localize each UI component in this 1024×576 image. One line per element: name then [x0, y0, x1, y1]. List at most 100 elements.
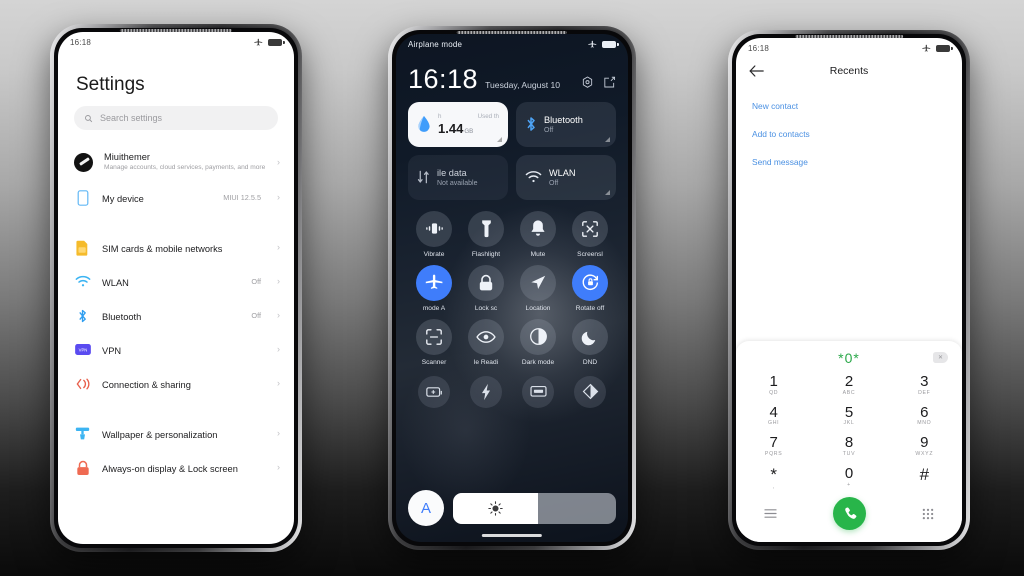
key-9[interactable]: 9 WXYZ: [887, 430, 962, 461]
key-4[interactable]: 4 GHI: [736, 400, 811, 431]
airplane-icon: [588, 40, 597, 47]
sidebar-item-sim-cards[interactable]: SIM cards & mobile networks ›: [58, 231, 294, 265]
key-digit: 9: [920, 434, 929, 452]
chevron-right-icon: ›: [277, 462, 280, 473]
vpn-icon: VPN: [74, 341, 91, 358]
key-3[interactable]: 3 DEF: [887, 369, 962, 400]
battery-icon: [602, 40, 619, 48]
dial-pad[interactable]: *0* ✕ 1 QD 2 ABC 3 DEF 4 GHI 5 JKL 6 MNO 7 PQRS…: [736, 340, 962, 542]
expand-corner-icon[interactable]: [605, 136, 610, 142]
expand-corner-icon[interactable]: [605, 189, 610, 195]
toggle-reading-mode[interactable]: le Readi: [460, 318, 512, 366]
toggle-location[interactable]: Location: [512, 264, 564, 312]
key-star[interactable]: *,: [736, 461, 811, 494]
dialer-links[interactable]: New contact Add to contacts Send message: [736, 84, 962, 176]
wlan-tile[interactable]: WLAN Off: [516, 154, 616, 200]
toggle-dnd[interactable]: DND: [564, 318, 616, 366]
big-tiles[interactable]: h Used th 1.44GB Bluetooth Off ile data …: [408, 101, 616, 200]
sidebar-item-lock-screen[interactable]: Always-on display & Lock screen ›: [58, 451, 294, 485]
item-label: Bluetooth: [102, 311, 142, 322]
page-title: Settings: [76, 74, 145, 95]
phone-dialer: 16:18 Recents New contact Add to contact…: [728, 30, 970, 550]
toggle-label: Mute: [530, 250, 546, 258]
tile-subtitle: Off: [544, 127, 554, 135]
dial-input[interactable]: *0*: [765, 350, 933, 366]
speaker-grille-icon: [119, 29, 233, 32]
link-send-message[interactable]: Send message: [752, 148, 946, 176]
data-usage-value: 1.44: [438, 120, 464, 136]
wifi-icon: [525, 171, 542, 183]
expand-corner-icon[interactable]: [497, 136, 502, 142]
phone-settings: 16:18 Settings Search settings Miuitheme…: [50, 24, 302, 552]
dial-input-row[interactable]: *0* ✕: [736, 345, 962, 369]
search-icon: [85, 114, 93, 122]
sidebar-item-wallpaper[interactable]: Wallpaper & personalization ›: [58, 417, 294, 451]
key-7[interactable]: 7 PQRS: [736, 430, 811, 461]
mini-toggle-row[interactable]: [408, 375, 616, 408]
toggle-label: mode A: [422, 304, 446, 312]
key-digit: 6: [920, 403, 929, 421]
key-letters: TUV: [842, 451, 856, 458]
sidebar-item-wlan[interactable]: WLAN Off ›: [58, 265, 294, 299]
sidebar-item-vpn[interactable]: VPN VPN ›: [58, 333, 294, 367]
cast-screen-icon[interactable]: [522, 375, 554, 408]
settings-gear-icon[interactable]: [581, 76, 594, 89]
status-time: 16:18: [748, 43, 770, 53]
tile-subtitle: Off: [549, 180, 559, 188]
item-value: Off: [251, 277, 261, 287]
key-letters: JKL: [843, 420, 855, 427]
item-label: WLAN: [102, 277, 129, 288]
toggle-screenshot[interactable]: Screensl: [564, 210, 616, 258]
key-hash[interactable]: #: [887, 461, 962, 494]
settings-list[interactable]: Miuithemer Manage accounts, cloud servic…: [58, 144, 294, 544]
keypad[interactable]: 1 QD 2 ABC 3 DEF 4 GHI 5 JKL 6 MNO 7 PQRS 8 TUV …: [736, 369, 962, 494]
bluetooth-tile[interactable]: Bluetooth Off: [516, 101, 616, 147]
backspace-icon[interactable]: ✕: [933, 352, 948, 364]
key-0[interactable]: 0 +: [811, 461, 886, 494]
call-icon: [844, 507, 856, 519]
battery-icon: [936, 44, 953, 52]
toggle-dark-mode[interactable]: Dark mode: [512, 318, 564, 366]
chevron-right-icon: ›: [277, 242, 280, 253]
battery-saver-icon[interactable]: [418, 375, 450, 408]
toggle-mute[interactable]: Mute: [512, 210, 564, 258]
location-icon: [520, 264, 556, 301]
back-arrow-icon[interactable]: [749, 65, 767, 77]
sidebar-item-account[interactable]: Miuithemer Manage accounts, cloud servic…: [58, 144, 294, 181]
call-button[interactable]: [833, 497, 866, 530]
list-divider: [58, 215, 294, 231]
sidebar-item-connection-sharing[interactable]: Connection & sharing ›: [58, 367, 294, 401]
link-add-to-contacts[interactable]: Add to contacts: [752, 120, 946, 148]
link-new-contact[interactable]: New contact: [752, 92, 946, 120]
dialer-action-row[interactable]: [736, 494, 962, 542]
keypad-icon[interactable]: [922, 508, 934, 520]
edit-icon[interactable]: [603, 76, 616, 89]
toggle-flashlight[interactable]: Flashlight: [460, 210, 512, 258]
toggle-lock-screen[interactable]: Lock sc: [460, 264, 512, 312]
key-letters: MNO: [917, 420, 932, 427]
lightning-icon[interactable]: [470, 375, 502, 408]
key-8[interactable]: 8 TUV: [811, 430, 886, 461]
data-usage-tile[interactable]: h Used th 1.44GB: [408, 101, 508, 147]
key-6[interactable]: 6 MNO: [887, 400, 962, 431]
sidebar-item-my-device[interactable]: My device MIUI 12.5.5 ›: [58, 181, 294, 215]
search-input[interactable]: Search settings: [74, 106, 278, 130]
toggle-grid[interactable]: Vibrate Flashlight Mute Screensl mode A …: [408, 210, 616, 366]
toggle-rotate[interactable]: Rotate off: [564, 264, 616, 312]
toggle-airplane-mode[interactable]: mode A: [408, 264, 460, 312]
bluetooth-icon: [74, 307, 91, 324]
mobile-data-tile[interactable]: ile data Not available: [408, 154, 508, 200]
theme-contrast-icon[interactable]: [574, 375, 606, 408]
toggle-vibrate[interactable]: Vibrate: [408, 210, 460, 258]
key-letters: WXYZ: [915, 451, 934, 458]
key-2[interactable]: 2 ABC: [811, 369, 886, 400]
brightness-slider[interactable]: [453, 492, 616, 524]
menu-icon[interactable]: [764, 508, 777, 519]
sidebar-item-bluetooth[interactable]: Bluetooth Off ›: [58, 299, 294, 333]
key-1[interactable]: 1 QD: [736, 369, 811, 400]
key-letters: PQRS: [764, 451, 783, 458]
chevron-right-icon: ›: [277, 156, 280, 167]
auto-brightness-button[interactable]: A: [408, 490, 444, 526]
key-5[interactable]: 5 JKL: [811, 400, 886, 431]
toggle-scanner[interactable]: Scanner: [408, 318, 460, 366]
